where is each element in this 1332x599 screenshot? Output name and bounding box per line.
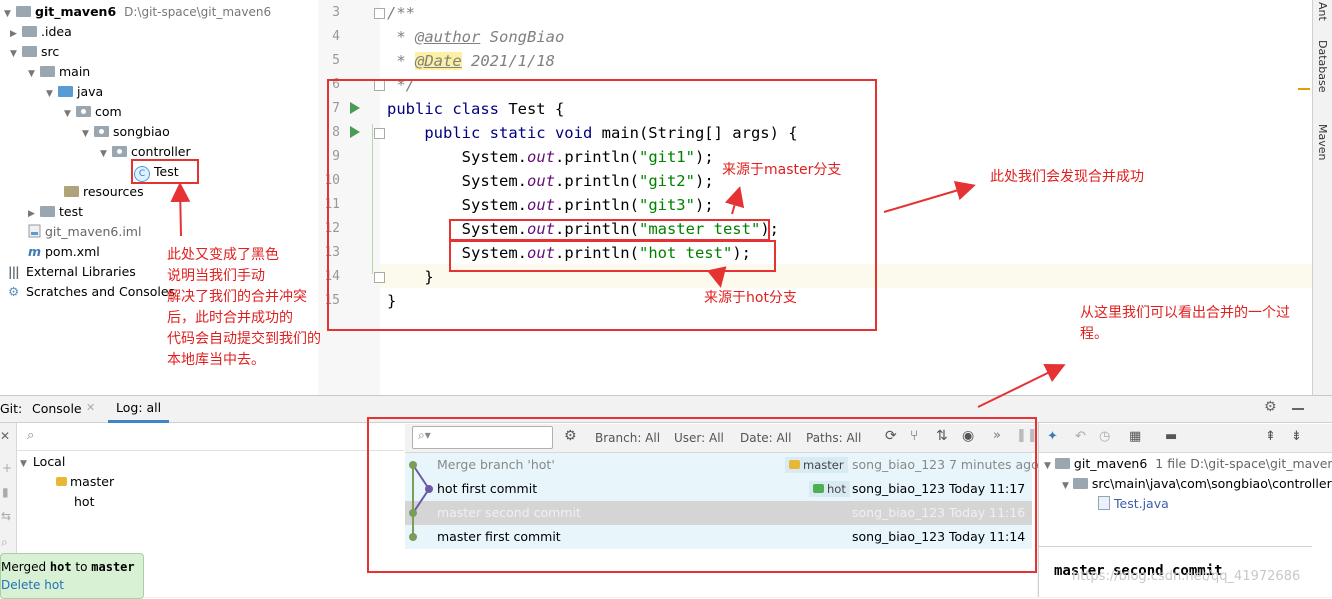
arrow-to-process-note: [977, 364, 1066, 408]
arrow-to-master-line: [724, 186, 745, 215]
annotation-arrows: [170, 180, 1066, 408]
arrow-to-success-note: [883, 180, 976, 213]
arrow-to-hot-line: [706, 266, 727, 288]
arrow-to-test: [170, 182, 191, 237]
